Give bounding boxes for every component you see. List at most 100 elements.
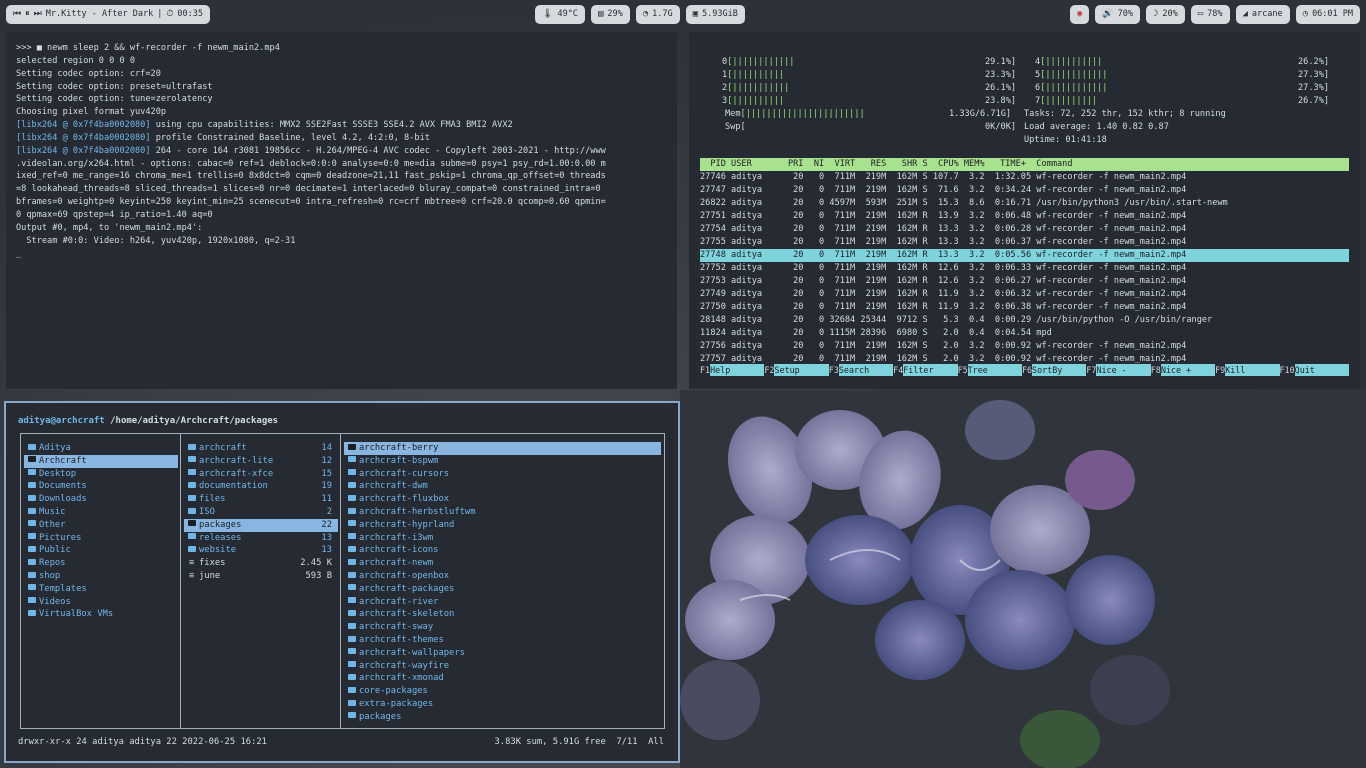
memory-widget[interactable]: ◔ 1.7G	[635, 4, 680, 24]
preview-dir-item[interactable]: archcraft-wallpapers	[344, 647, 661, 660]
current-dir-item[interactable]: ≡ fixes 2.45 K	[184, 557, 338, 570]
next-track-icon[interactable]: ⏭	[34, 9, 42, 19]
process-row[interactable]: 27749 aditya 20 0 711M 219M 162M R 11.9 …	[700, 288, 1349, 301]
parent-dir-item[interactable]: Templates	[24, 583, 178, 596]
network-widget[interactable]: ◢ arcane	[1235, 4, 1290, 24]
terminal-line: Setting codec option: tune=zerolatency	[16, 94, 213, 105]
process-row[interactable]: 27747 aditya 20 0 711M 219M 162M S 71.6 …	[700, 184, 1349, 197]
volume-widget[interactable]: 🔊 70%	[1095, 4, 1140, 24]
preview-dir-item[interactable]: archcraft-openbox	[344, 570, 661, 583]
brightness-widget[interactable]: ☽ 20%	[1145, 4, 1185, 24]
track-title: Mr.Kitty - After Dark	[45, 9, 154, 19]
preview-dir-item[interactable]: archcraft-herbstluftwm	[344, 506, 661, 519]
preview-dir-item[interactable]: archcraft-icons	[344, 544, 661, 557]
fkey-action-button[interactable]: Kill	[1225, 364, 1280, 376]
process-row[interactable]: 27753 aditya 20 0 711M 219M 162M R 12.6 …	[700, 275, 1349, 288]
current-dir-item[interactable]: releases 13	[184, 532, 338, 545]
fkey-action-button[interactable]: SortBy	[1032, 364, 1087, 376]
current-dir-item[interactable]: archcraft 14	[184, 442, 338, 455]
process-table-header[interactable]: PID USER PRI NI VIRT RES SHR S CPU% MEM%…	[700, 158, 1349, 171]
parent-column[interactable]: Aditya Archcraft Desktop Documents Downloads…	[21, 434, 181, 728]
current-dir-item[interactable]: documentation 19	[184, 480, 338, 493]
log-message: using cpu capabilities: MMX2 SSE2Fast SS…	[150, 120, 513, 131]
cpu-meter-4: 4[|||||||||||	[1035, 56, 1102, 69]
clock-widget[interactable]: ◷ 06:01 PM	[1295, 4, 1361, 24]
process-row[interactable]: 28148 aditya 20 0 32684 25344 9712 S 5.3…	[700, 314, 1349, 327]
fkey-action-button[interactable]: Nice -	[1096, 364, 1151, 376]
process-row[interactable]: 11824 aditya 20 0 1115M 28396 6980 S 2.0…	[700, 327, 1349, 340]
current-dir-item[interactable]: archcraft-xfce 15	[184, 468, 338, 481]
fkey-action-button[interactable]: Quit	[1294, 364, 1349, 376]
preview-dir-item[interactable]: archcraft-xmonad	[344, 672, 661, 685]
preview-dir-item[interactable]: archcraft-fluxbox	[344, 493, 661, 506]
current-dir-item[interactable]: files 11	[184, 493, 338, 506]
cpu-meter-6: 6[||||||||||||	[1035, 82, 1107, 95]
parent-dir-item[interactable]: Public	[24, 544, 178, 557]
parent-dir-item[interactable]: Videos	[24, 596, 178, 609]
fkey-action-button[interactable]: Setup	[774, 364, 829, 376]
htop-window[interactable]: 0[|||||||||||| 29.1%] 1[|||||||||| 23.3%] 2[…	[689, 32, 1360, 389]
current-dir-item[interactable]: packages 22	[184, 518, 338, 532]
preview-dir-item[interactable]: extra-packages	[344, 698, 661, 711]
current-dir-item[interactable]: ISO 2	[184, 506, 338, 519]
parent-dir-item[interactable]: Repos	[24, 557, 178, 570]
parent-dir-item[interactable]: shop	[24, 570, 178, 583]
current-dir-item[interactable]: archcraft-lite 12	[184, 455, 338, 468]
preview-dir-item[interactable]: archcraft-river	[344, 596, 661, 609]
preview-dir-item[interactable]: archcraft-themes	[344, 634, 661, 647]
parent-dir-item[interactable]: Pictures	[24, 532, 178, 545]
parent-dir-item[interactable]: Other	[24, 519, 178, 532]
parent-dir-item[interactable]: Desktop	[24, 468, 178, 481]
process-row[interactable]: 27751 aditya 20 0 711M 219M 162M R 13.9 …	[700, 210, 1349, 223]
process-row[interactable]: 27756 aditya 20 0 711M 219M 162M S 2.0 3…	[700, 340, 1349, 353]
ranger-file-manager[interactable]: aditya@archcraft /home/aditya/Archcraft/…	[4, 401, 680, 763]
preview-dir-item[interactable]: archcraft-cursors	[344, 468, 661, 481]
parent-dir-item[interactable]: VirtualBox VMs	[24, 608, 178, 621]
preview-dir-item[interactable]: archcraft-hyprland	[344, 519, 661, 532]
process-row[interactable]: 27748 aditya 20 0 711M 219M 162M R 13.3 …	[700, 249, 1349, 262]
battery-widget[interactable]: ▭ 78%	[1190, 4, 1230, 24]
function-key-bar: F1 Help F2 Setup F3 Search F4 Filter F5 Tree F6…	[700, 364, 1349, 376]
current-dir-item[interactable]: ≡ june 593 B	[184, 570, 338, 583]
parent-dir-item[interactable]: Archcraft	[24, 454, 178, 468]
preview-dir-item[interactable]: archcraft-i3wm	[344, 532, 661, 545]
preview-dir-item[interactable]: archcraft-newm	[344, 557, 661, 570]
parent-dir-item[interactable]: Documents	[24, 480, 178, 493]
process-row[interactable]: 26822 aditya 20 0 4597M 593M 251M S 15.3…	[700, 197, 1349, 210]
previous-track-icon[interactable]: ⏮	[13, 9, 21, 19]
cpu-widget[interactable]: ▤ 29%	[590, 4, 630, 24]
parent-dir-item[interactable]: Aditya	[24, 442, 178, 455]
preview-dir-item[interactable]: packages	[344, 711, 661, 724]
disk-widget[interactable]: ▣ 5.93GiB	[685, 4, 745, 24]
privacy-widget[interactable]: ◉	[1069, 4, 1090, 24]
process-row[interactable]: 27752 aditya 20 0 711M 219M 162M R 12.6 …	[700, 262, 1349, 275]
current-dir-item[interactable]: website 13	[184, 544, 338, 557]
process-row[interactable]: 27755 aditya 20 0 711M 219M 162M R 13.3 …	[700, 236, 1349, 249]
preview-column[interactable]: archcraft-berry archcraft-bspwm archcraft-…	[341, 434, 664, 728]
preview-dir-item[interactable]: archcraft-packages	[344, 583, 661, 596]
terminal-window[interactable]: >>> ■ newm sleep 2 && wf-recorder -f new…	[6, 32, 677, 389]
process-row[interactable]: 27750 aditya 20 0 711M 219M 162M R 11.9 …	[700, 301, 1349, 314]
preview-dir-item[interactable]: archcraft-berry	[344, 442, 661, 455]
preview-dir-item[interactable]: archcraft-dwm	[344, 480, 661, 493]
fkey-action-button[interactable]: Filter	[903, 364, 958, 376]
parent-dir-item[interactable]: Downloads	[24, 493, 178, 506]
pause-icon[interactable]: ⏸	[25, 9, 30, 19]
process-row[interactable]: 27754 aditya 20 0 711M 219M 162M R 13.3 …	[700, 223, 1349, 236]
current-column[interactable]: archcraft 14 archcraft-lite 12 archcraft-xfc…	[181, 434, 341, 728]
process-row[interactable]: 27746 aditya 20 0 711M 219M 162M S 107.7…	[700, 171, 1349, 184]
fkey-action-button[interactable]: Help	[710, 364, 765, 376]
preview-dir-item[interactable]: archcraft-skeleton	[344, 608, 661, 621]
preview-dir-item[interactable]: core-packages	[344, 685, 661, 698]
moon-icon: ☽	[1152, 9, 1159, 19]
preview-dir-item[interactable]: archcraft-bspwm	[344, 455, 661, 468]
parent-dir-item[interactable]: Music	[24, 506, 178, 519]
fkey-action-button[interactable]: Search	[838, 364, 894, 376]
temperature-widget[interactable]: 🌡 49°C	[535, 4, 585, 24]
fkey-action-button[interactable]: Tree	[967, 364, 1022, 376]
preview-dir-item[interactable]: archcraft-sway	[344, 621, 661, 634]
dir-name: Repos	[39, 558, 66, 569]
preview-dir-item[interactable]: archcraft-wayfire	[344, 660, 661, 673]
cpu-meter-7: 7[||||||||||	[1035, 95, 1097, 108]
fkey-action-button[interactable]: Nice +	[1160, 364, 1216, 376]
